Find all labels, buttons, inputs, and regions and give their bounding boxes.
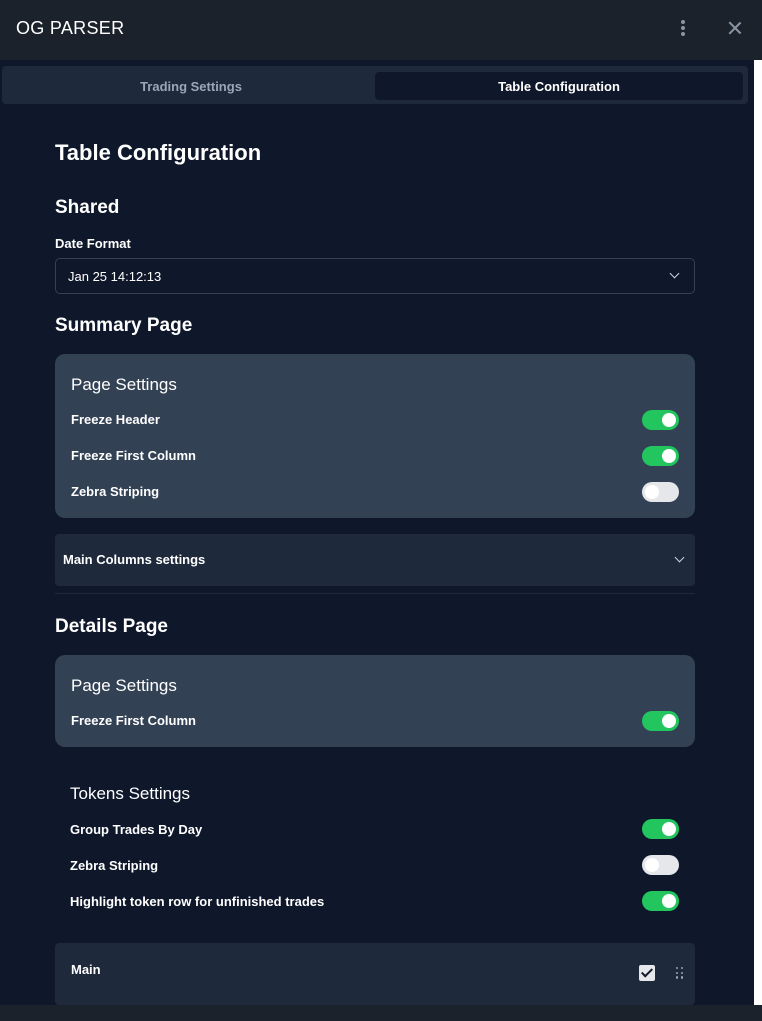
toggle-knob [662, 822, 676, 836]
toggle-knob [645, 858, 659, 872]
freeze-header-toggle[interactable] [642, 410, 679, 430]
summary-page-settings-title: Page Settings [71, 375, 177, 394]
chevron-down-icon [669, 268, 680, 279]
details-page-heading: Details Page [55, 616, 168, 637]
details-page-settings-card: Page Settings Freeze First Column [55, 655, 695, 747]
tab-bar: Trading Settings Table Configuration [2, 66, 748, 104]
date-format-label: Date Format [55, 236, 131, 251]
bottom-bar [0, 1005, 762, 1021]
details-page-settings-title: Page Settings [71, 676, 177, 695]
tab-table-configuration[interactable]: Table Configuration [375, 72, 743, 100]
date-format-value: Jan 25 14:12:13 [68, 269, 162, 284]
group-trades-by-day-toggle[interactable] [642, 819, 679, 839]
settings-panel: Table Configuration Shared Date Format J… [2, 120, 748, 1005]
highlight-unfinished-trades-label: Highlight token row for unfinished trade… [70, 894, 325, 909]
tokens-zebra-striping-label: Zebra Striping [70, 858, 159, 873]
toggle-knob [662, 714, 676, 728]
drag-handle-icon[interactable] [676, 967, 684, 979]
toggle-knob [662, 449, 676, 463]
group-trades-by-day-label: Group Trades By Day [70, 822, 203, 837]
date-format-select[interactable]: Jan 25 14:12:13 [55, 258, 695, 294]
main-column-item[interactable]: Main [55, 943, 695, 1005]
tab-trading-settings[interactable]: Trading Settings [8, 72, 374, 100]
check-icon[interactable] [639, 965, 655, 981]
title-bar: OG PARSER [0, 0, 762, 60]
app-title: OG PARSER [16, 18, 125, 38]
section-divider [55, 593, 695, 594]
details-freeze-first-column-label: Freeze First Column [71, 713, 196, 728]
freeze-first-column-label: Freeze First Column [71, 448, 196, 463]
main-columns-settings-label: Main Columns settings [63, 552, 206, 567]
toggle-knob [662, 894, 676, 908]
tokens-zebra-striping-toggle[interactable] [642, 855, 679, 875]
freeze-first-column-toggle[interactable] [642, 446, 679, 466]
toggle-knob [662, 413, 676, 427]
summary-page-settings-card: Page Settings Freeze Header Freeze First… [55, 354, 695, 518]
main-columns-settings-accordion[interactable]: Main Columns settings [55, 534, 695, 586]
shared-heading: Shared [55, 197, 120, 218]
freeze-header-label: Freeze Header [71, 412, 160, 427]
highlight-unfinished-trades-toggle[interactable] [642, 891, 679, 911]
details-freeze-first-column-toggle[interactable] [642, 711, 679, 731]
zebra-striping-toggle[interactable] [642, 482, 679, 502]
window-edge [754, 60, 762, 1005]
close-icon[interactable] [724, 16, 746, 40]
summary-page-heading: Summary Page [55, 315, 193, 336]
toggle-knob [645, 485, 659, 499]
main-column-label: Main [71, 962, 101, 977]
tokens-settings-title: Tokens Settings [70, 784, 191, 803]
chevron-down-icon [674, 552, 685, 563]
page-title: Table Configuration [55, 140, 262, 165]
zebra-striping-label: Zebra Striping [71, 484, 160, 499]
kebab-menu-icon[interactable] [672, 16, 694, 40]
